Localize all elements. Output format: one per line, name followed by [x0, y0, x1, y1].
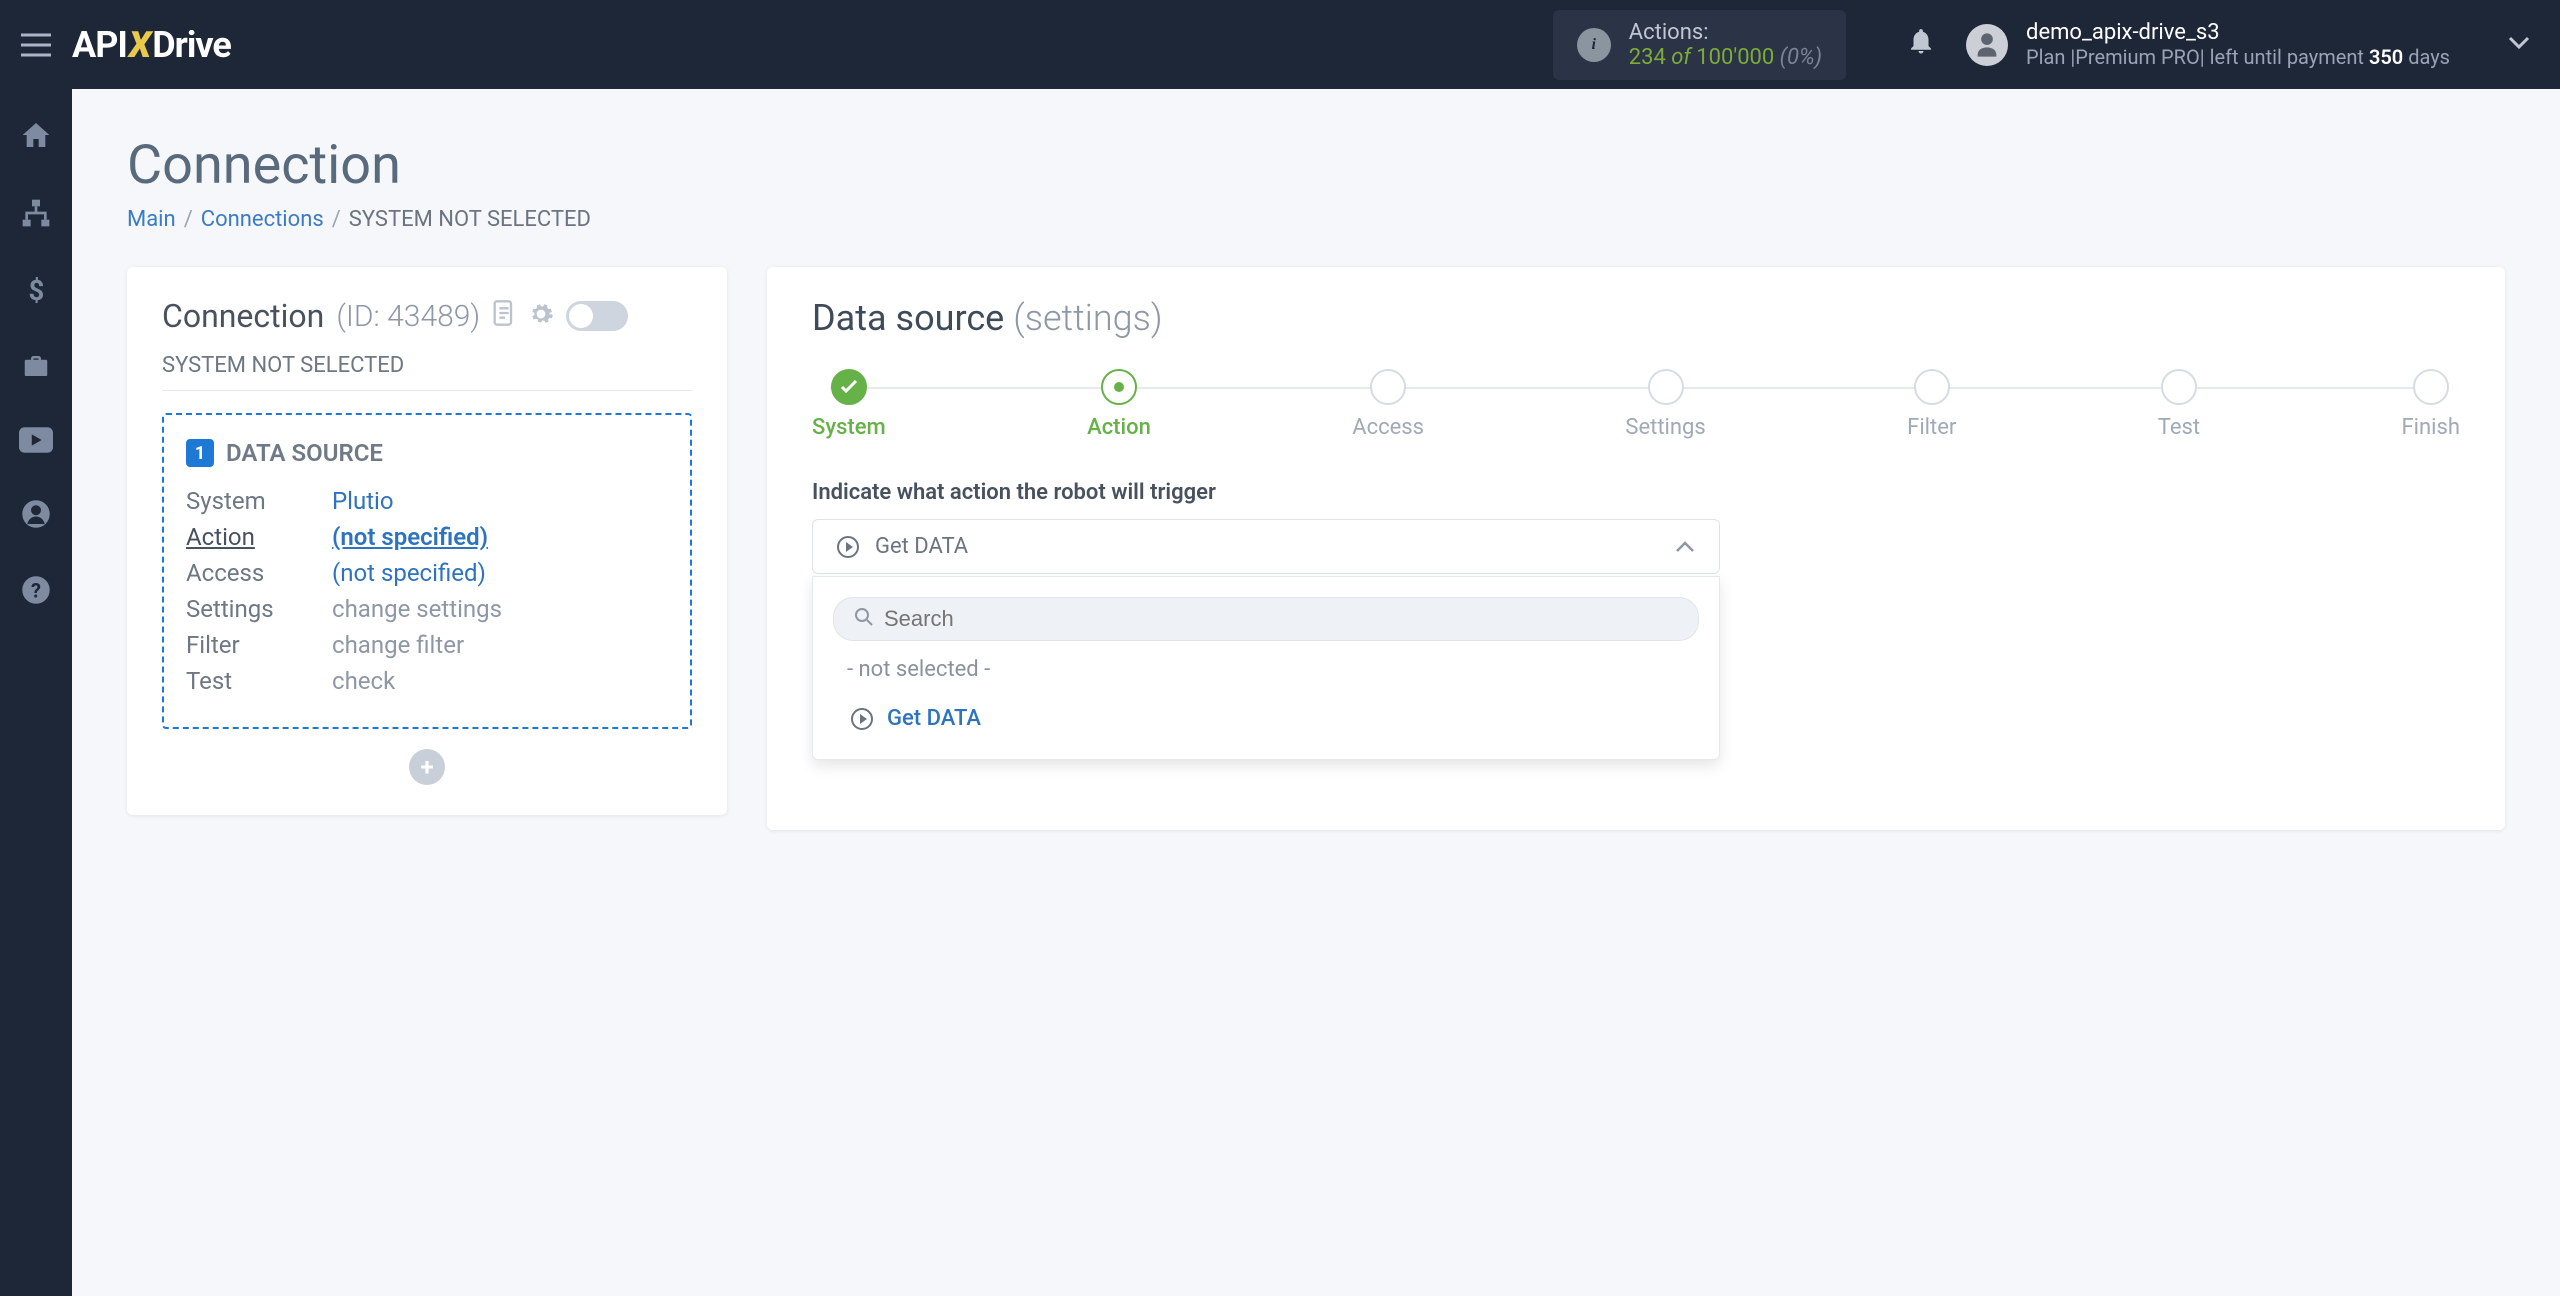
step-badge: 1	[186, 439, 214, 467]
copy-icon[interactable]	[492, 297, 516, 335]
sitemap-icon[interactable]	[20, 197, 52, 233]
stepper: System Action Access Settings Filter Tes…	[812, 369, 2460, 440]
row-settings-label: Settings	[186, 595, 332, 623]
data-source-settings-panel: Data source (settings) System Action Acc…	[767, 267, 2505, 830]
hamburger-menu-icon[interactable]	[0, 33, 72, 57]
row-filter-value[interactable]: change filter	[332, 631, 464, 659]
notifications-bell-icon[interactable]	[1906, 24, 1936, 66]
option-get-data[interactable]: Get DATA	[833, 690, 1699, 739]
data-source-title: 1 DATA SOURCE	[186, 439, 668, 467]
breadcrumb-main[interactable]: Main	[127, 207, 176, 232]
add-button[interactable]: +	[409, 749, 445, 785]
action-select: Get DATA - not selected - Get DATA	[812, 519, 1720, 760]
step-test[interactable]: Test	[2158, 369, 2200, 440]
row-system-label: System	[186, 487, 332, 515]
sidebar: $ ?	[0, 89, 72, 1296]
divider	[162, 390, 692, 391]
user-name: demo_apix-drive_s3	[2026, 20, 2450, 45]
actions-text: Actions: 234 of 100'000 (0%)	[1629, 20, 1822, 70]
breadcrumb-current: SYSTEM NOT SELECTED	[349, 207, 591, 232]
connection-toggle[interactable]	[566, 301, 628, 331]
breadcrumb-connections[interactable]: Connections	[201, 207, 324, 232]
row-test-value[interactable]: check	[332, 667, 395, 695]
action-selected: Get DATA	[875, 534, 968, 559]
user-icon[interactable]	[21, 499, 51, 533]
row-action-value[interactable]: (not specified)	[332, 523, 488, 551]
connection-subtitle: SYSTEM NOT SELECTED	[162, 353, 692, 378]
gear-icon[interactable]	[528, 297, 554, 335]
chevron-up-icon	[1675, 534, 1695, 559]
step-filter[interactable]: Filter	[1907, 369, 1956, 440]
row-access-value[interactable]: (not specified)	[332, 559, 486, 587]
user-menu[interactable]: demo_apix-drive_s3 Plan |Premium PRO| le…	[1966, 20, 2530, 69]
step-settings[interactable]: Settings	[1625, 369, 1705, 440]
connection-panel: Connection (ID: 43489) SYSTEM NOT SELECT…	[127, 267, 727, 815]
home-icon[interactable]	[20, 119, 52, 155]
connection-header: Connection (ID: 43489)	[162, 297, 692, 335]
actions-label: Actions:	[1629, 20, 1822, 45]
youtube-icon[interactable]	[19, 427, 53, 457]
panel-title: Data source (settings)	[812, 297, 2460, 339]
connection-label: Connection	[162, 297, 324, 335]
search-input[interactable]	[884, 606, 1678, 632]
play-icon	[851, 708, 873, 730]
dollar-icon[interactable]: $	[28, 275, 44, 309]
row-system-value[interactable]: Plutio	[332, 487, 394, 515]
play-icon	[837, 536, 859, 558]
connection-id: (ID: 43489)	[336, 299, 480, 334]
action-dropdown: - not selected - Get DATA	[812, 576, 1720, 760]
search-box	[833, 597, 1699, 641]
step-access[interactable]: Access	[1352, 369, 1424, 440]
info-icon: i	[1577, 28, 1611, 62]
data-source-box: 1 DATA SOURCE SystemPlutio Action(not sp…	[162, 413, 692, 729]
logo[interactable]: APIXDrive	[72, 24, 231, 66]
option-not-selected[interactable]: - not selected -	[833, 641, 1699, 690]
page-title: Connection	[127, 134, 2505, 197]
avatar-icon	[1966, 24, 2008, 66]
help-icon[interactable]: ?	[21, 575, 51, 609]
step-finish[interactable]: Finish	[2401, 369, 2459, 440]
row-settings-value[interactable]: change settings	[332, 595, 502, 623]
plan-line: Plan |Premium PRO| left until payment 35…	[2026, 45, 2450, 69]
action-prompt: Indicate what action the robot will trig…	[812, 480, 2460, 505]
row-access-label: Access	[186, 559, 332, 587]
step-system[interactable]: System	[812, 369, 886, 440]
step-action[interactable]: Action	[1087, 369, 1151, 440]
svg-text:?: ?	[31, 579, 41, 603]
action-select-head[interactable]: Get DATA	[812, 519, 1720, 574]
user-text: demo_apix-drive_s3 Plan |Premium PRO| le…	[2026, 20, 2450, 69]
top-header: APIXDrive i Actions: 234 of 100'000 (0%)…	[0, 0, 2560, 89]
actions-info[interactable]: i Actions: 234 of 100'000 (0%)	[1553, 10, 1846, 80]
svg-text:$: $	[29, 275, 45, 305]
chevron-down-icon	[2508, 35, 2530, 54]
breadcrumb: Main/Connections/SYSTEM NOT SELECTED	[127, 207, 2505, 232]
main-content: Connection Main/Connections/SYSTEM NOT S…	[72, 89, 2560, 1296]
briefcase-icon[interactable]	[20, 351, 52, 385]
row-test-label: Test	[186, 667, 332, 695]
search-icon	[854, 607, 874, 631]
row-action-label[interactable]: Action	[186, 523, 332, 551]
row-filter-label: Filter	[186, 631, 332, 659]
